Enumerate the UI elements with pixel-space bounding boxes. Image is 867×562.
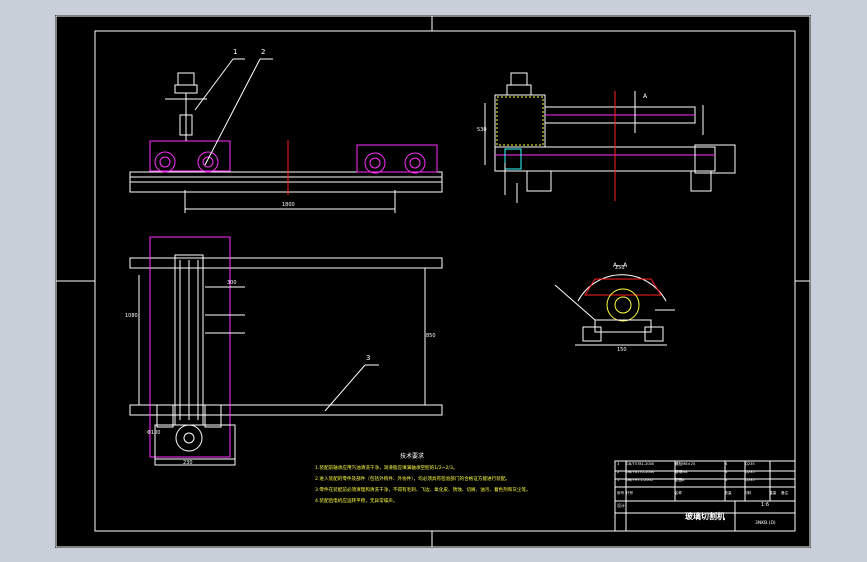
dim-pulley: Φ100	[147, 430, 161, 436]
leader-2	[204, 58, 261, 166]
dim-side-height: 530	[477, 127, 487, 133]
balloon-2: 2	[261, 48, 266, 56]
title-header-row: 序号 代号 名称 数量 材料 重量 备注	[617, 490, 789, 495]
title-block-rows: 3 GB/T5781-2000 螺栓M8×20 4 Q235 2 GB/T617…	[617, 462, 793, 500]
tech-requirements-heading: 技术要求	[400, 453, 425, 460]
balloon-1: 1	[233, 48, 238, 56]
dim-plan-width: 300	[227, 280, 237, 286]
balloon-3: 3	[366, 354, 371, 362]
rail-bottom	[129, 404, 443, 416]
side-motor	[510, 72, 528, 86]
carriage-right	[356, 144, 438, 173]
carriage-frame	[149, 236, 231, 458]
inner-border	[94, 30, 796, 532]
tech-requirement-item: 3.零件在装配前必须清理和清洗干净，不得有毛刺、飞边、氧化皮、锈蚀、切屑、油污、…	[315, 488, 531, 493]
drawing-sheet: 1 2 3 1800 850 1080 300 Φ100 230 530 150…	[55, 15, 811, 548]
tech-requirement-item: 1.装配前轴承应用汽油清洗干净，润滑脂应填满轴承空腔的1/2~2/3。	[315, 466, 458, 471]
title-row: 3 GB/T5781-2000 螺栓M8×20 4 Q235	[617, 462, 755, 466]
dim-section-width: 150	[617, 347, 627, 353]
section-bearing	[606, 288, 640, 322]
title-row: 1 GB/T97.1-2002 垫圈8 4 Q235	[617, 478, 755, 482]
plan-view	[129, 236, 443, 466]
section-view	[554, 274, 675, 346]
dim-plan-height: 850	[426, 333, 436, 339]
section-label: A—A	[613, 262, 628, 269]
dim-front-length: 1800	[282, 202, 295, 208]
dim-base-width: 230	[183, 460, 193, 466]
drawing-viewer: 1 2 3 1800 850 1080 300 Φ100 230 530 150…	[0, 0, 867, 562]
drawing-scale: 1:6	[761, 502, 770, 508]
tech-requirements-list: 1.装配前轴承应用汽油清洗干净，润滑脂应填满轴承空腔的1/2~2/3。 2.进入…	[315, 463, 605, 507]
tech-requirement-item: 4.装配后电机应运转平稳，无异常噪声。	[315, 499, 398, 504]
front-view	[129, 58, 443, 213]
side-base	[494, 146, 716, 172]
title-row: 2 GB/T6170-2000 螺母M8 4 Q235	[617, 470, 755, 474]
dim-plan-inner: 1080	[125, 313, 138, 319]
wheel-3	[364, 152, 386, 174]
wheel-2	[197, 151, 219, 173]
side-view	[484, 72, 736, 203]
leader-3	[324, 364, 366, 412]
wheel-4	[404, 152, 426, 174]
tech-requirement-item: 2.进入装配的零件及部件（包括外购件、外协件），均必须具有检验部门的合格证方能进…	[315, 477, 511, 482]
wheel-1	[154, 151, 176, 173]
design-label: 设计	[617, 503, 625, 508]
drawing-title: 玻璃切割机	[685, 512, 725, 521]
leader-1	[194, 58, 234, 111]
motor	[177, 72, 195, 86]
sheet-ref: 3NKB.(D)	[755, 521, 776, 526]
rail-top	[129, 257, 443, 269]
pulley	[175, 424, 203, 452]
view-marker-a: A	[643, 93, 648, 100]
